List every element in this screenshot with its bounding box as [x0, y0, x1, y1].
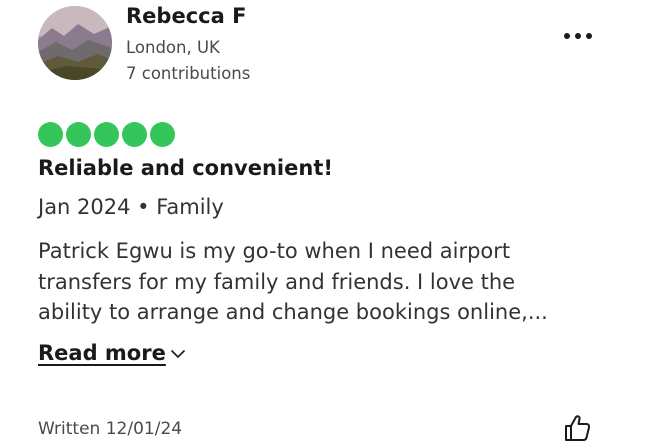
rating-bubble-icon [38, 122, 63, 147]
rating-bubble-icon [150, 122, 175, 147]
review-title: Reliable and convenient! [38, 156, 333, 180]
review-body-line: transfers for my family and friends. I l… [38, 269, 516, 294]
review-body: Patrick Egwu is my go-to when I need air… [38, 236, 603, 328]
more-dot [586, 33, 592, 39]
reviewer-location: London, UK [126, 38, 220, 57]
read-more-link[interactable]: Read more [38, 341, 186, 365]
rating-bubble-icon [94, 122, 119, 147]
reviewer-name[interactable]: Rebecca F [126, 4, 246, 28]
rating-bubble-icon [66, 122, 91, 147]
review-body-line: ability to arrange and change bookings o… [38, 300, 548, 324]
more-options-button[interactable] [562, 24, 594, 48]
chevron-down-icon [170, 349, 185, 359]
review-body-line: Patrick Egwu is my go-to when I need air… [38, 239, 511, 263]
more-dot [575, 33, 581, 39]
avatar[interactable] [38, 6, 112, 80]
read-more-label: Read more [38, 341, 166, 365]
written-date: Written 12/01/24 [38, 419, 183, 439]
thumbs-up-icon[interactable] [563, 413, 591, 441]
rating-bubbles [38, 122, 175, 147]
more-horizontal-icon [564, 33, 570, 39]
rating-bubble-icon [122, 122, 147, 147]
avatar-image [38, 6, 112, 80]
reviewer-contributions: 7 contributions [126, 64, 251, 83]
review-date-type: Jan 2024 • Family [38, 195, 224, 219]
